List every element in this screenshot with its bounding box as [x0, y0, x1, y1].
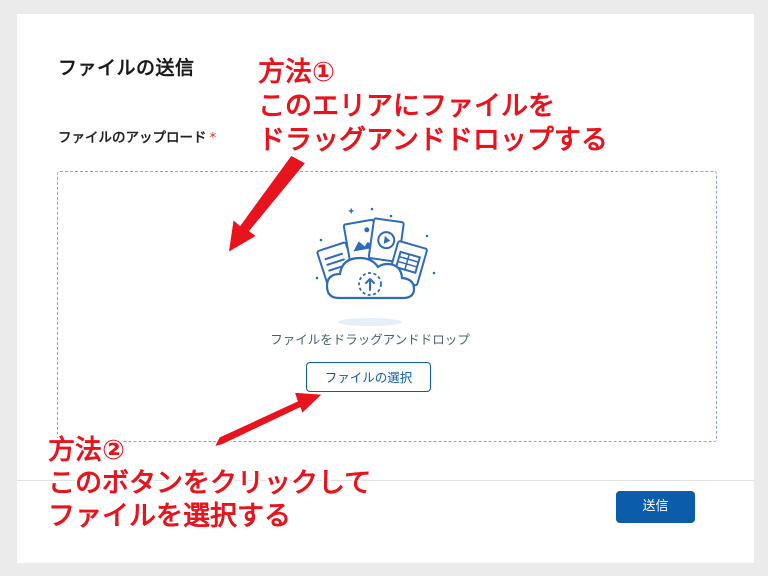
annotation-1-line-3: ドラッグアンドドロップする	[258, 125, 608, 156]
upload-field-label: ファイルのアップロード *	[58, 126, 216, 146]
annotation-2-line-1: 方法②	[48, 435, 125, 466]
annotation-1-line-2: このエリアにファイルを	[258, 91, 555, 122]
annotation-method-2: 方法② このボタンをクリックして ファイルを選択する	[48, 434, 371, 533]
select-file-button[interactable]: ファイルの選択	[306, 362, 431, 392]
dropzone-text: ファイルをドラッグアンドドロップ	[270, 332, 470, 347]
required-asterisk: *	[209, 130, 217, 146]
annotation-1-line-1: 方法①	[258, 57, 335, 88]
dialog-title: ファイルの送信	[58, 57, 195, 79]
cloud-upload-documents-icon	[315, 207, 436, 326]
upload-label-text: ファイルのアップロード	[58, 130, 207, 146]
annotation-method-1: 方法① このエリアにファイルを ドラッグアンドドロップする	[258, 56, 608, 158]
annotation-2-line-2: このボタンをクリックして	[48, 468, 372, 499]
send-button[interactable]: 送信	[616, 491, 695, 523]
annotation-2-line-3: ファイルを選択する	[48, 501, 291, 532]
